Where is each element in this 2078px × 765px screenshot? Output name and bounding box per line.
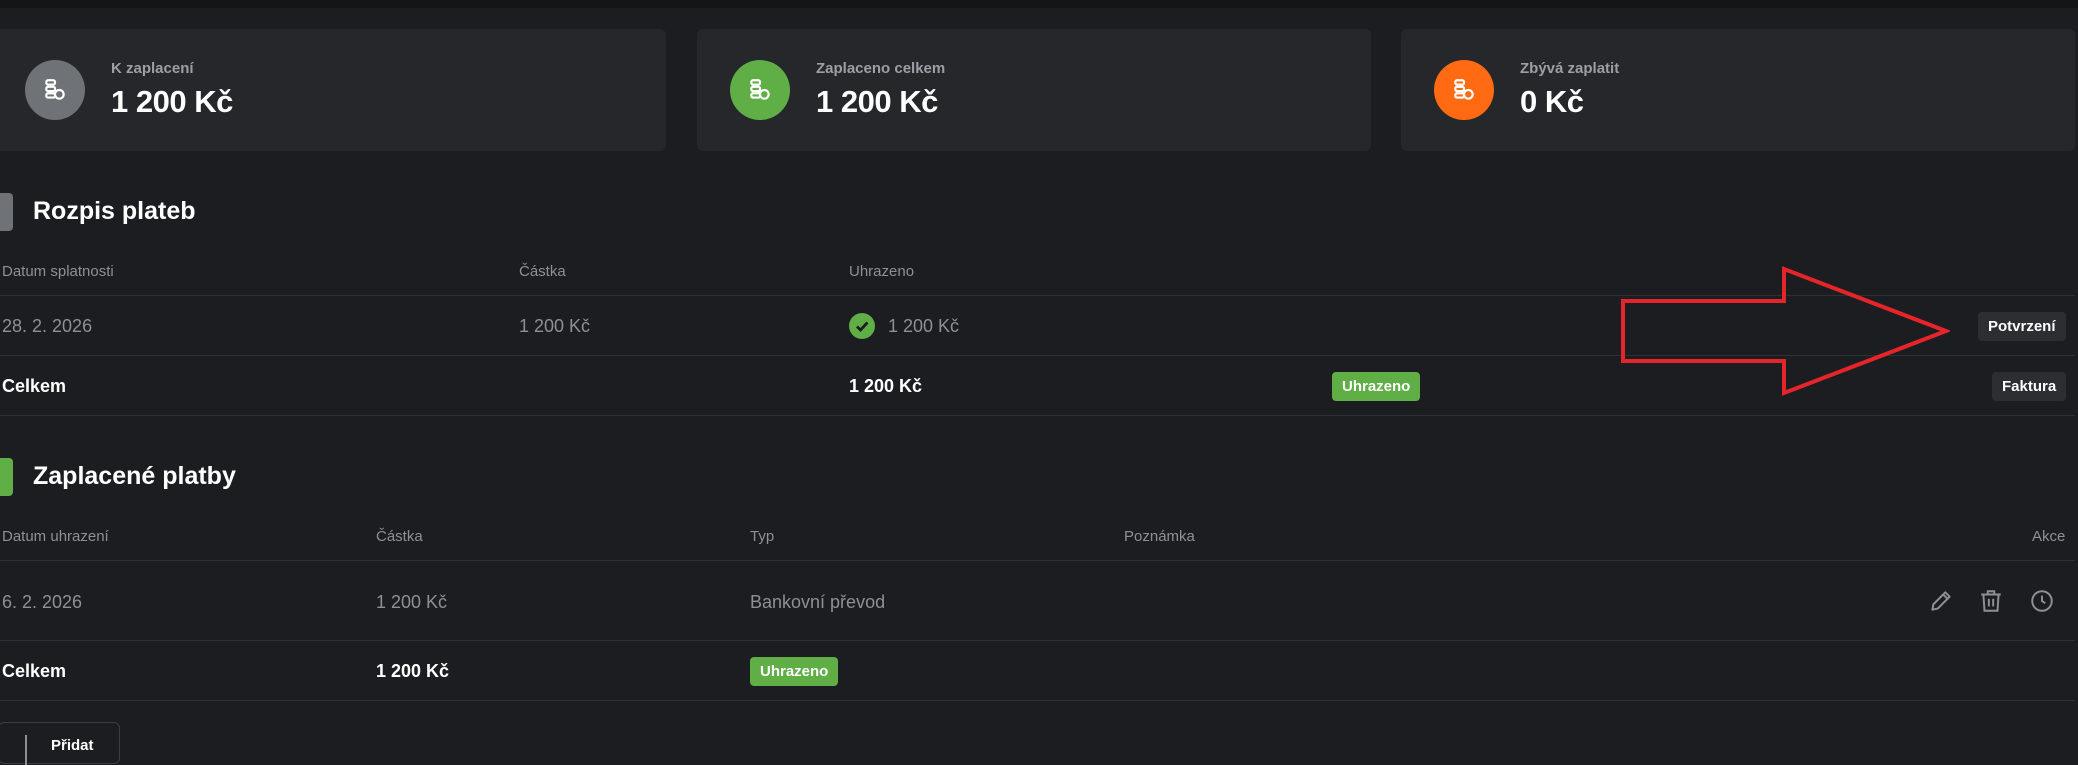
coins-icon [730,60,790,120]
total-paid: 1 200 Kč [849,376,923,396]
section-accent-bar [0,458,13,496]
annotation-arrow [1621,266,1950,396]
payments-title: Zaplacené platby [33,462,236,490]
summary-card-paid-total: Zaplaceno celkem 1 200 Kč [697,29,1371,151]
col-header-due-date: Datum splatnosti [2,263,114,280]
payment-date-cell: 6. 2. 2026 [2,592,83,612]
table-divider [0,415,2075,416]
summary-card-to-pay: K zaplacení 1 200 Kč [0,29,666,151]
amount-cell: 1 200 Kč [519,316,591,336]
invoice-button[interactable]: Faktura [1992,372,2067,401]
section-accent-bar [0,193,13,231]
col-header-payment-date: Datum uhrazení [2,528,109,545]
card-value: 1 200 Kč [816,84,938,119]
col-header-type: Typ [750,528,775,545]
col-header-actions: Akce [2032,528,2066,545]
card-value: 0 Kč [1520,84,1584,119]
edit-icon[interactable] [1924,584,1958,618]
col-header-amount: Částka [376,528,423,545]
status-badge: Uhrazeno [1332,372,1421,401]
coins-icon [25,60,85,120]
table-divider [0,640,2075,641]
col-header-amount: Částka [519,263,566,280]
add-payment-button[interactable]: Přidat [0,722,120,765]
add-payment-label: Přidat [51,737,94,754]
total-amount: 1 200 Kč [376,661,450,681]
total-label: Celkem [2,376,67,396]
status-badge: Uhrazeno [750,657,839,686]
card-label: Zaplaceno celkem [816,60,946,77]
top-bar [0,0,2078,8]
card-label: Zbývá zaplatit [1520,60,1620,77]
table-divider [0,560,2075,561]
col-header-paid: Uhrazeno [849,263,915,280]
plus-icon [25,735,27,765]
paid-cell: 1 200 Kč [888,316,960,336]
coins-icon [1434,60,1494,120]
amount-cell: 1 200 Kč [376,592,448,612]
summary-card-remaining: Zbývá zaplatit 0 Kč [1401,29,2075,151]
table-divider [0,700,2075,701]
due-date-cell: 28. 2. 2026 [2,316,93,336]
trash-icon[interactable] [1974,584,2008,618]
col-header-note: Poznámka [1124,528,1195,545]
card-label: K zaplacení [111,60,194,77]
total-label: Celkem [2,661,67,681]
clock-icon[interactable] [2025,584,2059,618]
confirmation-button[interactable]: Potvrzení [1978,312,2066,341]
card-value: 1 200 Kč [111,84,233,119]
check-circle-icon [849,313,875,339]
type-cell: Bankovní převod [750,592,886,612]
schedule-title: Rozpis plateb [33,197,196,225]
